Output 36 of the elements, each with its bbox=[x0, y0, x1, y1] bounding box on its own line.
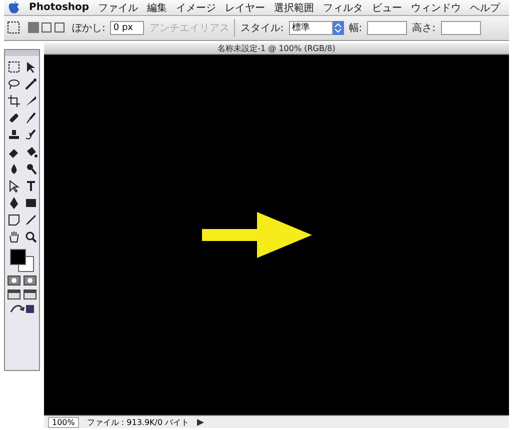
feather-field[interactable]: 0 px bbox=[110, 21, 144, 35]
menu-item[interactable]: ビュー bbox=[372, 0, 402, 14]
marquee-tool-icon[interactable] bbox=[6, 20, 22, 36]
dropdown-arrow-icon[interactable] bbox=[332, 21, 344, 35]
document-title: 名称未設定-1 @ 100% (RGB/8) bbox=[218, 43, 336, 54]
menu-item[interactable]: 編集 bbox=[147, 0, 168, 14]
style-dropdown[interactable]: 標準 bbox=[288, 21, 333, 35]
apple-icon[interactable] bbox=[8, 1, 20, 14]
menu-item[interactable]: ウィンドウ bbox=[411, 0, 462, 14]
zoom-tool-icon[interactable] bbox=[23, 229, 38, 245]
toolbox-header bbox=[5, 50, 39, 56]
menu-item[interactable]: Photoshop bbox=[29, 2, 90, 13]
marquee-tool-icon[interactable] bbox=[6, 59, 21, 75]
screen-mode-icon[interactable] bbox=[7, 289, 21, 300]
width-field[interactable] bbox=[367, 21, 408, 35]
style-label: スタイル: bbox=[240, 22, 284, 35]
menu-item[interactable]: フィルタ bbox=[323, 0, 364, 14]
standard-mode-icon[interactable] bbox=[23, 275, 37, 286]
menu-item[interactable]: 選択範囲 bbox=[274, 0, 314, 14]
quick-mask-icon[interactable] bbox=[7, 275, 21, 286]
full-screen-icon[interactable] bbox=[23, 289, 37, 300]
menu-item[interactable]: イメージ bbox=[176, 0, 216, 14]
height-label: 高さ: bbox=[412, 22, 436, 35]
feather-label: ぼかし: bbox=[72, 22, 106, 35]
wand-tool-icon[interactable] bbox=[23, 76, 38, 92]
menu-item[interactable]: ファイル bbox=[98, 0, 138, 14]
document-info: ファイル : 913.9K/0 バイト bbox=[86, 416, 190, 428]
triangle-icon[interactable] bbox=[197, 418, 204, 426]
menu-item[interactable]: レイヤー bbox=[225, 0, 266, 14]
color-swatches-icon[interactable] bbox=[9, 248, 35, 272]
selection-mode-icon[interactable] bbox=[27, 20, 67, 36]
height-field[interactable] bbox=[440, 21, 480, 35]
zoom-field[interactable]: 100% bbox=[48, 416, 79, 428]
width-label: 幅: bbox=[348, 22, 362, 35]
menu-item[interactable]: ヘルプ bbox=[470, 0, 500, 14]
crop-tool-icon[interactable] bbox=[6, 93, 21, 109]
